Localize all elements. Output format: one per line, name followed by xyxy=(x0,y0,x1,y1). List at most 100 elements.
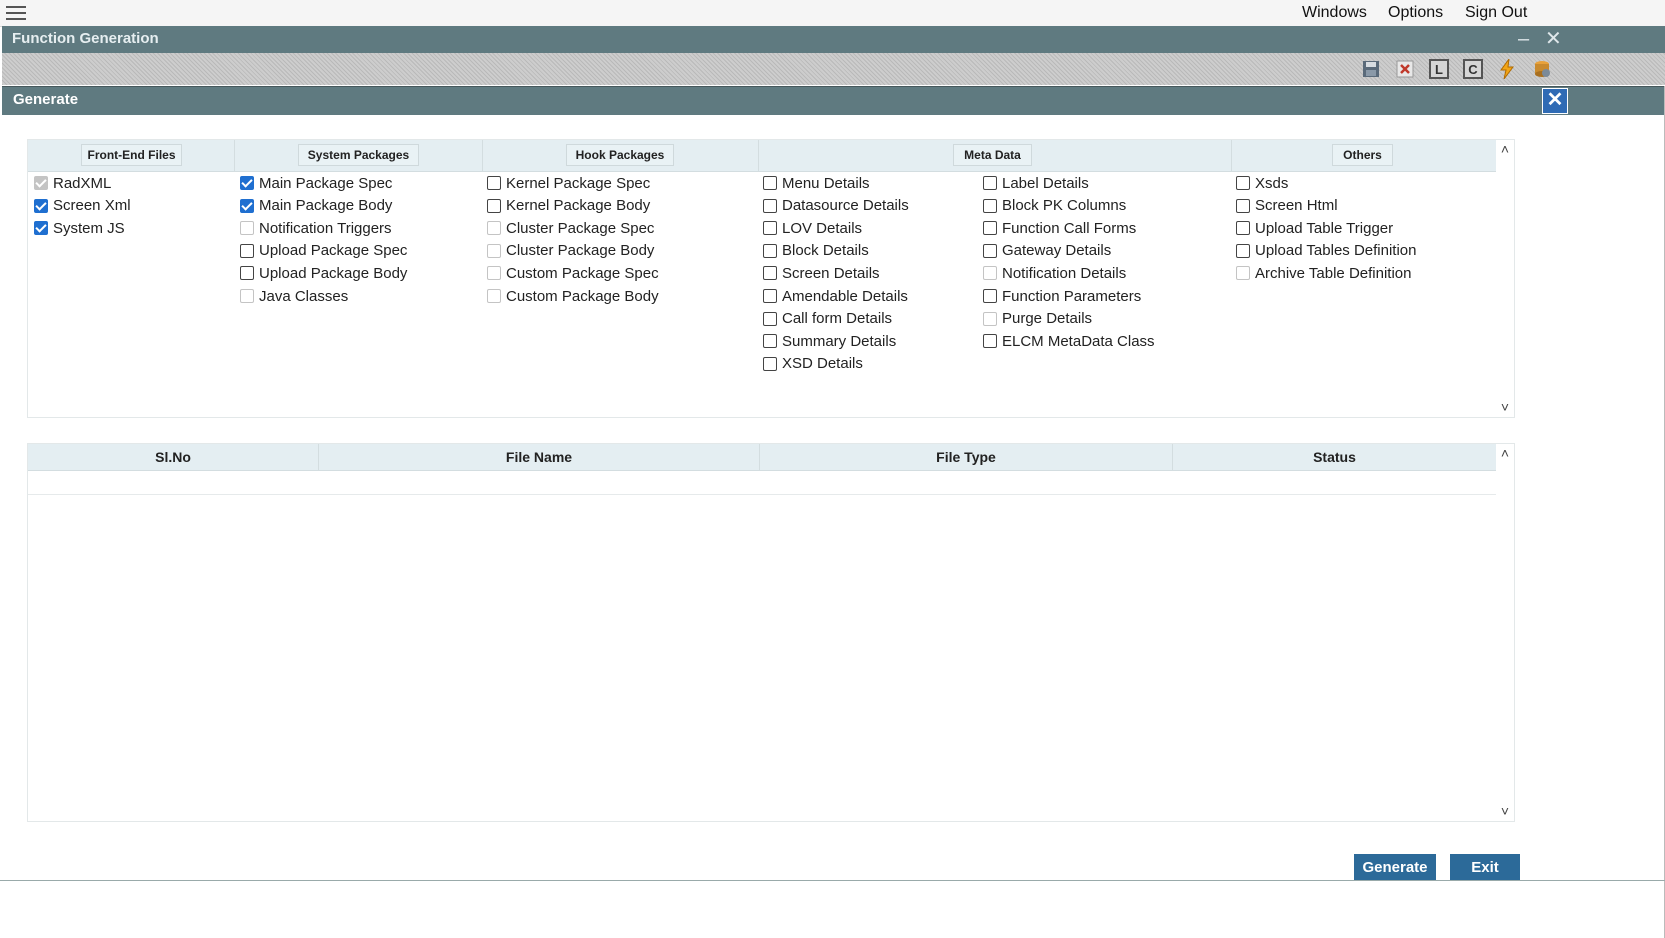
database-icon[interactable] xyxy=(1532,59,1552,79)
checkbox-main-package-body[interactable]: Main Package Body xyxy=(240,196,392,216)
menu-sign-out[interactable]: Sign Out xyxy=(1465,4,1527,22)
checkbox-label: Gateway Details xyxy=(1002,242,1112,260)
checkbox-label: Label Details xyxy=(1002,174,1089,192)
checkbox-icon xyxy=(763,289,777,303)
checkbox-label: System JS xyxy=(53,219,125,237)
checkbox-amendable-details[interactable]: Amendable Details xyxy=(763,286,908,306)
column-file-type[interactable]: File Type xyxy=(760,444,1173,470)
checkbox-icon xyxy=(487,198,501,213)
checkbox-label: Notification Details xyxy=(1002,264,1127,282)
grid-scroll-down-icon[interactable]: ˅ xyxy=(1497,803,1513,819)
checkbox-block-details[interactable]: Block Details xyxy=(763,241,869,261)
minimize-icon[interactable]: – xyxy=(1518,28,1529,50)
checkbox-label: Kernel Package Body xyxy=(506,197,651,215)
checkbox-call-form-details[interactable]: Call form Details xyxy=(763,309,892,329)
window-titlebar: Function Generation – ✕ xyxy=(2,26,1665,53)
checkbox-label: LOV Details xyxy=(782,219,863,237)
checkbox-upload-package-body[interactable]: Upload Package Body xyxy=(240,263,407,283)
checkbox-block-pk-columns[interactable]: Block PK Columns xyxy=(983,196,1126,216)
checkbox-elcm-metadata-class[interactable]: ELCM MetaData Class xyxy=(983,331,1155,351)
checkbox-custom-package-spec: Custom Package Spec xyxy=(487,263,659,283)
checkbox-icon xyxy=(1236,221,1250,236)
checkbox-icon xyxy=(763,198,777,213)
top-menubar: Windows Options Sign Out xyxy=(0,0,1665,27)
results-grid-header: Sl.No File Name File Type Status xyxy=(28,444,1496,471)
checkbox-label: Xsds xyxy=(1255,174,1289,192)
checkbox-menu-details[interactable]: Menu Details xyxy=(763,173,870,193)
checkbox-label: Cluster Package Spec xyxy=(506,219,655,237)
checkbox-label-details[interactable]: Label Details xyxy=(983,173,1089,193)
checkbox-label: Screen Xml xyxy=(53,197,131,215)
column-status[interactable]: Status xyxy=(1173,444,1496,470)
options-scroll-up-icon[interactable]: ˄ xyxy=(1497,141,1513,157)
checkbox-icon xyxy=(1236,243,1250,258)
checkbox-icon xyxy=(34,176,48,190)
dialog-title: Generate xyxy=(13,91,79,108)
checkbox-label: Archive Table Definition xyxy=(1255,264,1412,282)
bottom-border xyxy=(0,880,1665,881)
dialog-close-icon[interactable]: ✕ xyxy=(1542,88,1568,114)
checkbox-label: Summary Details xyxy=(782,332,897,350)
checkbox-archive-table-definition: Archive Table Definition xyxy=(1236,263,1411,283)
checkbox-summary-details[interactable]: Summary Details xyxy=(763,331,896,351)
checkbox-kernel-package-body[interactable]: Kernel Package Body xyxy=(487,196,650,216)
exit-button[interactable]: Exit xyxy=(1450,854,1520,881)
checkbox-label: ELCM MetaData Class xyxy=(1002,332,1155,350)
checkbox-icon xyxy=(34,198,48,213)
checkbox-label: Upload Tables Definition xyxy=(1255,242,1417,260)
window-close-icon[interactable]: ✕ xyxy=(1545,28,1562,50)
hamburger-menu-icon[interactable] xyxy=(6,6,26,20)
checkbox-label: Screen Details xyxy=(782,264,880,282)
checkbox-label: XSD Details xyxy=(782,355,863,373)
delete-icon[interactable] xyxy=(1395,59,1415,79)
checkbox-xsd-details[interactable]: XSD Details xyxy=(763,354,863,374)
checkbox-function-call-forms[interactable]: Function Call Forms xyxy=(983,218,1136,238)
checkbox-datasource-details[interactable]: Datasource Details xyxy=(763,196,909,216)
grid-scroll-up-icon[interactable]: ˄ xyxy=(1497,445,1513,461)
checkbox-system-js[interactable]: System JS xyxy=(34,218,125,238)
checkbox-label: Amendable Details xyxy=(782,287,908,305)
checkbox-lov-details[interactable]: LOV Details xyxy=(763,218,862,238)
checkbox-gateway-details[interactable]: Gateway Details xyxy=(983,241,1111,261)
menu-options[interactable]: Options xyxy=(1388,4,1443,22)
l-button[interactable]: L xyxy=(1429,59,1449,79)
checkbox-icon xyxy=(763,243,777,258)
checkbox-label: RadXML xyxy=(53,174,112,192)
checkbox-upload-tables-definition[interactable]: Upload Tables Definition xyxy=(1236,241,1417,261)
checkbox-label: Custom Package Body xyxy=(506,287,659,305)
checkbox-cluster-package-spec: Cluster Package Spec xyxy=(487,218,654,238)
header-system-packages: System Packages xyxy=(298,144,419,166)
checkbox-label: Menu Details xyxy=(782,174,870,192)
toolbar: L C xyxy=(2,53,1665,85)
save-icon[interactable] xyxy=(1361,59,1381,79)
checkbox-upload-package-spec[interactable]: Upload Package Spec xyxy=(240,241,407,261)
checkbox-label: Main Package Spec xyxy=(259,174,393,192)
c-button[interactable]: C xyxy=(1463,59,1483,79)
header-front-end-files: Front-End Files xyxy=(81,144,182,166)
checkbox-icon xyxy=(240,176,254,190)
checkbox-kernel-package-spec[interactable]: Kernel Package Spec xyxy=(487,173,650,193)
checkbox-function-parameters[interactable]: Function Parameters xyxy=(983,286,1141,306)
column-file-name[interactable]: File Name xyxy=(319,444,760,470)
column-sl-no[interactable]: Sl.No xyxy=(28,444,319,470)
checkbox-icon xyxy=(487,266,501,281)
generate-button[interactable]: Generate xyxy=(1354,854,1436,881)
checkbox-icon xyxy=(983,221,997,236)
checkbox-main-package-spec[interactable]: Main Package Spec xyxy=(240,173,392,193)
checkbox-screen-details[interactable]: Screen Details xyxy=(763,263,880,283)
options-panel: Front-End Files System Packages Hook Pac… xyxy=(27,139,1515,418)
lightning-icon[interactable] xyxy=(1497,59,1517,79)
checkbox-icon xyxy=(487,289,501,303)
checkbox-icon xyxy=(240,221,254,236)
checkbox-radxml: RadXML xyxy=(34,173,111,193)
checkbox-icon xyxy=(763,176,777,190)
menu-windows[interactable]: Windows xyxy=(1302,4,1367,22)
options-scroll-down-icon[interactable]: ˅ xyxy=(1497,399,1513,415)
checkbox-icon xyxy=(763,221,777,236)
checkbox-icon xyxy=(1236,176,1250,190)
checkbox-screen-html[interactable]: Screen Html xyxy=(1236,196,1338,216)
checkbox-upload-table-trigger[interactable]: Upload Table Trigger xyxy=(1236,218,1393,238)
checkbox-xsds[interactable]: Xsds xyxy=(1236,173,1288,193)
checkbox-icon xyxy=(763,266,777,281)
checkbox-screen-xml[interactable]: Screen Xml xyxy=(34,196,131,216)
